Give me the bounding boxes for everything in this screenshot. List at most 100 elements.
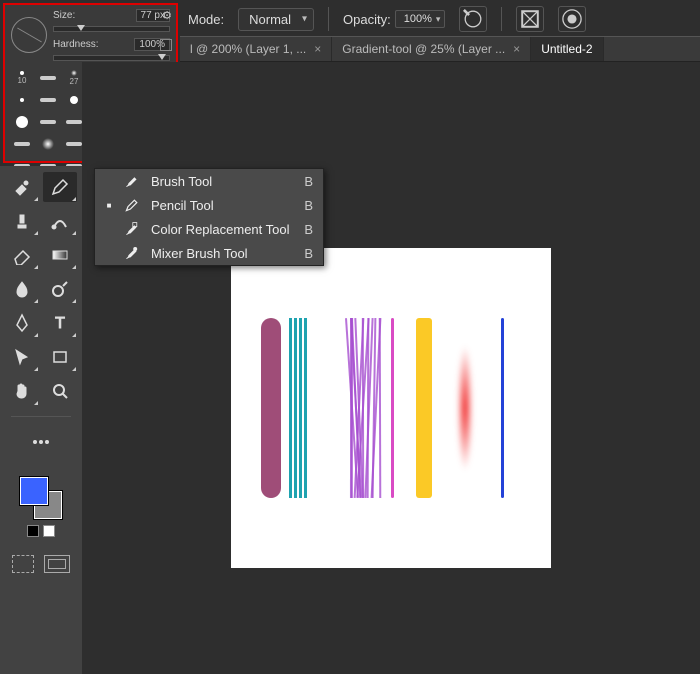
flyout-indicator-icon: [34, 299, 38, 303]
tab-label: Untitled-2: [541, 42, 592, 56]
active-mark: ■: [105, 201, 113, 210]
screenmode-button[interactable]: [44, 555, 70, 573]
flyout-label: Brush Tool: [151, 174, 212, 189]
close-icon[interactable]: ×: [513, 42, 520, 56]
brush-preset[interactable]: [35, 111, 61, 133]
flyout-item-mixer[interactable]: Mixer Brush Tool B: [95, 241, 323, 265]
chevron-down-icon: ▾: [302, 14, 307, 25]
canvas-stage: [82, 62, 700, 674]
airbrush-button[interactable]: [516, 6, 544, 32]
angle-dial[interactable]: [11, 17, 47, 53]
close-icon[interactable]: ×: [314, 42, 321, 56]
sample-stroke: [289, 318, 307, 498]
brush-tool-flyout: Brush ToolB■Pencil ToolBColor Replacemen…: [94, 168, 324, 266]
options-bar: Mode: Normal ▾ Opacity: 100%▾: [180, 4, 700, 34]
pressure-opacity-button[interactable]: [459, 6, 487, 32]
sample-stroke: [391, 318, 394, 498]
pressure-size-button[interactable]: [558, 6, 586, 32]
flyout-label: Pencil Tool: [151, 198, 214, 213]
opacity-value[interactable]: 100%▾: [395, 10, 446, 28]
canvas[interactable]: [231, 248, 551, 568]
mode-value: Normal: [249, 12, 291, 27]
opacity-label: Opacity:: [343, 12, 391, 27]
tab-label: l @ 200% (Layer 1, ...: [190, 42, 306, 56]
default-swap-icons[interactable]: [27, 525, 55, 537]
sample-stroke: [261, 318, 281, 498]
hardness-label: Hardness:: [53, 39, 99, 50]
flyout-indicator-icon: [72, 299, 76, 303]
rectangle-tool[interactable]: [43, 342, 77, 372]
brush-preset[interactable]: 10: [9, 67, 35, 89]
flyout-indicator-icon: [72, 265, 76, 269]
brush-preset[interactable]: [35, 133, 61, 155]
dodge-tool[interactable]: [43, 274, 77, 304]
stamp-tool[interactable]: [5, 206, 39, 236]
foreground-swatch[interactable]: [20, 477, 48, 505]
history-brush-tool[interactable]: [43, 206, 77, 236]
flyout-indicator-icon: [34, 401, 38, 405]
brush-preset[interactable]: [35, 67, 61, 89]
type-tool[interactable]: T: [43, 308, 77, 338]
flyout-indicator-icon: [34, 231, 38, 235]
flyout-shortcut: B: [304, 246, 313, 261]
brush-preset[interactable]: [9, 89, 35, 111]
sample-stroke: [416, 318, 432, 498]
brush-preset[interactable]: [35, 89, 61, 111]
flyout-indicator-icon: [72, 333, 76, 337]
mode-select[interactable]: Normal ▾: [238, 8, 314, 31]
flyout-indicator-icon: [34, 367, 38, 371]
flyout-shortcut: B: [304, 222, 313, 237]
eraser-tool[interactable]: [5, 240, 39, 270]
flyout-item-pencil[interactable]: ■ Pencil Tool B: [95, 193, 323, 217]
path-select-tool[interactable]: [5, 342, 39, 372]
gradient-tool[interactable]: [43, 240, 77, 270]
size-label: Size:: [53, 10, 75, 21]
svg-text:T: T: [55, 315, 65, 332]
pencil-icon: [123, 197, 141, 213]
color-replace-icon: [123, 221, 141, 237]
tab-label: Gradient-tool @ 25% (Layer ...: [342, 42, 505, 56]
tools-toolbar: T: [0, 166, 82, 674]
mixer-icon: [123, 245, 141, 261]
flyout-shortcut: B: [304, 174, 313, 189]
chevron-down-icon: ▾: [436, 14, 441, 25]
gear-icon[interactable]: ⚙: [162, 9, 172, 22]
flyout-indicator-icon: [72, 231, 76, 235]
heal-brush-tool[interactable]: [5, 172, 39, 202]
sample-stroke: [501, 318, 504, 498]
brush-preset[interactable]: [9, 111, 35, 133]
size-slider[interactable]: [53, 26, 170, 32]
document-tab[interactable]: l @ 200% (Layer 1, ... ×: [180, 37, 332, 61]
hardness-slider[interactable]: [53, 55, 170, 61]
flyout-shortcut: B: [304, 198, 313, 213]
flyout-item-brush[interactable]: Brush Tool B: [95, 169, 323, 193]
flyout-indicator-icon: [72, 197, 76, 201]
blur-tool[interactable]: [5, 274, 39, 304]
separator: [328, 7, 329, 31]
separator: [501, 7, 502, 31]
flyout-indicator-icon: [34, 197, 38, 201]
brush-preset[interactable]: [9, 133, 35, 155]
zoom-tool[interactable]: [43, 376, 77, 406]
document-tab[interactable]: Untitled-2: [531, 37, 603, 61]
pen-tool[interactable]: [5, 308, 39, 338]
document-tabs: l @ 200% (Layer 1, ...×Gradient-tool @ 2…: [180, 36, 700, 62]
hand-tool[interactable]: [5, 376, 39, 406]
flyout-indicator-icon: [34, 265, 38, 269]
flyout-label: Mixer Brush Tool: [151, 246, 248, 261]
flip-icon[interactable]: [160, 39, 172, 51]
quickmask-button[interactable]: [12, 555, 34, 573]
mode-label: Mode:: [188, 12, 224, 27]
pencil-tool[interactable]: [43, 172, 77, 202]
sample-stroke: [341, 318, 381, 498]
brush-icon: [123, 173, 141, 189]
edit-toolbar-button[interactable]: [24, 427, 58, 457]
flyout-indicator-icon: [72, 367, 76, 371]
document-tab[interactable]: Gradient-tool @ 25% (Layer ... ×: [332, 37, 531, 61]
separator: [11, 416, 71, 417]
flyout-indicator-icon: [34, 333, 38, 337]
sample-stroke: [456, 318, 474, 498]
flyout-label: Color Replacement Tool: [151, 222, 290, 237]
flyout-item-color-replace[interactable]: Color Replacement Tool B: [95, 217, 323, 241]
color-swatches[interactable]: [20, 477, 62, 519]
